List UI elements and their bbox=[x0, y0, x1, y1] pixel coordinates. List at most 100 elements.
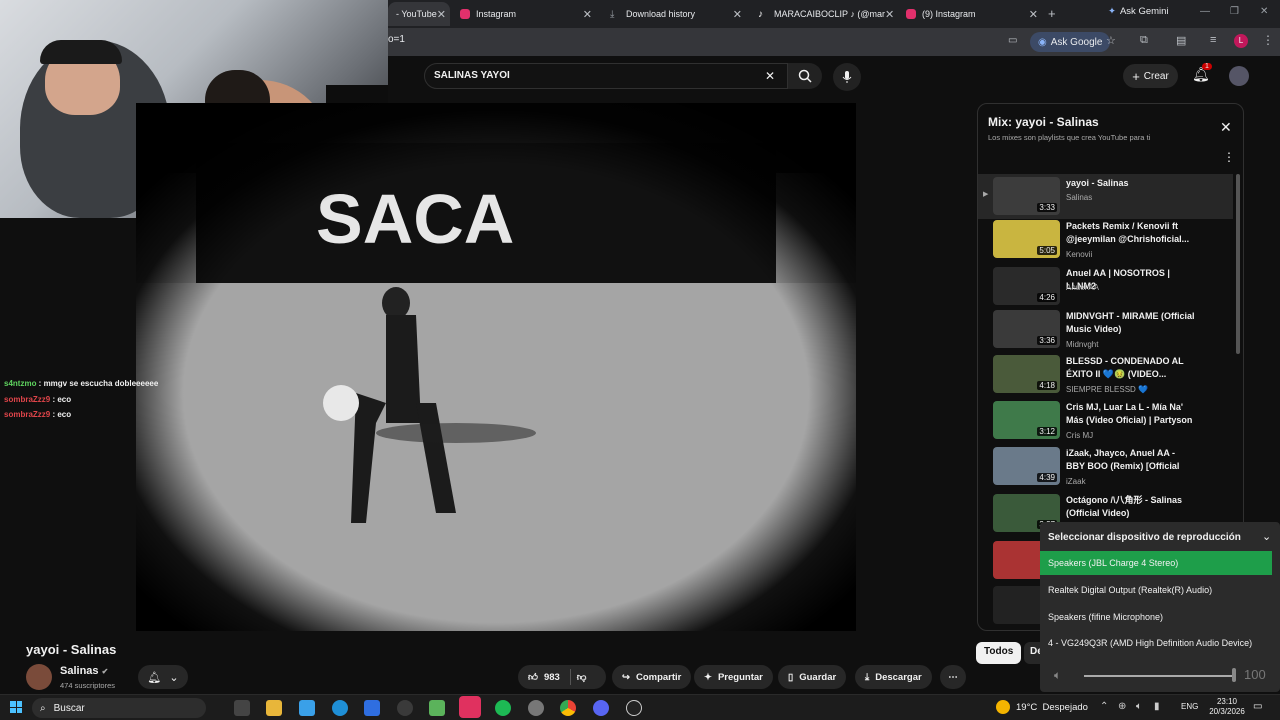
reading-list-icon[interactable]: ≡ bbox=[1210, 34, 1216, 46]
playlist-item[interactable]: 4:18 BLESSD - CONDENADO AL ÉXITO II 💙🤢 (… bbox=[978, 355, 1233, 400]
playlist-item-title: yayoi - Salinas bbox=[1066, 178, 1129, 188]
file-explorer-icon[interactable] bbox=[266, 700, 282, 716]
chevron-down-icon: ⌄ bbox=[169, 671, 179, 684]
cast-icon[interactable]: ▭ bbox=[1008, 35, 1017, 46]
edge-icon[interactable] bbox=[332, 700, 348, 716]
settings-icon[interactable] bbox=[528, 700, 544, 716]
playback-device-menu: Seleccionar dispositivo de reproducción … bbox=[1040, 522, 1280, 692]
playlist-item[interactable]: 4:26 Anuel AA | NOSOTROS | LLNM2 Anuel A… bbox=[978, 267, 1233, 312]
playlist-item[interactable]: 5:05 Packets Remix / Kenovii ft @jeeymil… bbox=[978, 220, 1233, 265]
store-icon[interactable] bbox=[429, 700, 445, 716]
close-icon[interactable]: ✕ bbox=[583, 8, 592, 21]
new-tab-button[interactable]: + bbox=[1048, 6, 1056, 21]
close-window-button[interactable]: ✕ bbox=[1260, 6, 1268, 17]
download-button[interactable]: ⤓ Descargar bbox=[855, 665, 932, 689]
sidepanel-icon[interactable]: ▤ bbox=[1176, 34, 1186, 47]
tray-network-icon[interactable]: ⊕ bbox=[1118, 701, 1126, 712]
discord-icon[interactable] bbox=[593, 700, 609, 716]
playlist-item[interactable]: 4:39 iZaak, Jhayco, Anuel AA - BBY BOO (… bbox=[978, 447, 1233, 492]
playlist-item-channel: Anuel AA bbox=[1066, 283, 1099, 292]
volume-fill bbox=[1084, 675, 1234, 677]
account-avatar[interactable] bbox=[1229, 66, 1249, 86]
playlist-item[interactable]: 3:36 MIDNVGHT - MIRAME (Official Music V… bbox=[978, 310, 1233, 355]
ask-google-button[interactable]: ◉ Ask Google bbox=[1030, 32, 1111, 52]
filter-chip-partial[interactable]: De bbox=[1024, 642, 1040, 664]
speaker-icon: 🔈︎ bbox=[1054, 668, 1062, 682]
save-button[interactable]: ▯ Guardar bbox=[778, 665, 847, 689]
tab-download-history[interactable]: ⤓ Download history ✕ bbox=[602, 2, 750, 26]
tray-chevron-icon[interactable]: ⌃ bbox=[1100, 701, 1108, 712]
media-player-icon[interactable] bbox=[626, 700, 642, 716]
instagram-icon bbox=[460, 9, 470, 19]
channel-avatar[interactable] bbox=[26, 664, 52, 690]
video-player[interactable]: SACA bbox=[136, 103, 856, 631]
create-label: Crear bbox=[1143, 70, 1169, 82]
like-button[interactable]: 👍︎ 983 👎︎ bbox=[518, 665, 606, 689]
ask-gemini-button[interactable]: ✦ Ask Gemini bbox=[1108, 6, 1169, 17]
close-icon[interactable]: ✕ bbox=[733, 8, 742, 21]
windows-start-icon[interactable] bbox=[10, 701, 22, 713]
playlist-menu-icon[interactable]: ⋮ bbox=[1223, 150, 1235, 164]
language-indicator[interactable]: ENG bbox=[1181, 702, 1198, 711]
chrome-icon[interactable] bbox=[560, 700, 576, 716]
device-option-realtek[interactable]: Realtek Digital Output (Realtek(R) Audio… bbox=[1040, 578, 1272, 602]
playlist-item[interactable]: 3:12 Cris MJ, Luar La L - Mía Na' Más (V… bbox=[978, 401, 1233, 446]
close-playlist-icon[interactable]: ✕ bbox=[1220, 119, 1232, 136]
notification-center-icon[interactable]: ▭ bbox=[1253, 701, 1262, 712]
tab-label: (9) Instagram bbox=[922, 9, 976, 19]
ask-button[interactable]: ✦ Preguntar bbox=[694, 665, 773, 689]
search-input[interactable]: SALINAS YAYOI ✕ bbox=[424, 63, 788, 89]
create-button[interactable]: + Crear bbox=[1123, 64, 1178, 88]
clear-search-icon[interactable]: ✕ bbox=[765, 69, 775, 83]
weather-text[interactable]: 19°C Despejado bbox=[1016, 702, 1088, 713]
tiktok-app-icon[interactable] bbox=[459, 696, 481, 718]
taskbar-search-box[interactable]: ⌕ Buscar bbox=[32, 698, 206, 718]
volume-slider[interactable] bbox=[1084, 675, 1234, 677]
channel-name-row[interactable]: Salinas ✔ bbox=[60, 665, 108, 677]
volume-thumb[interactable] bbox=[1232, 668, 1236, 682]
playlist-scrollbar[interactable] bbox=[1236, 174, 1240, 354]
device-option-fifine[interactable]: Speakers (fifine Microphone) bbox=[1040, 605, 1272, 629]
close-icon[interactable]: ✕ bbox=[1029, 8, 1038, 21]
more-actions-button[interactable]: ⋯ bbox=[940, 665, 966, 689]
notifications-button[interactable]: 🔔︎ 1 bbox=[1192, 63, 1212, 83]
search-button[interactable] bbox=[788, 63, 822, 89]
mail-icon[interactable] bbox=[364, 700, 380, 716]
tab-instagram-9[interactable]: (9) Instagram ✕ bbox=[898, 2, 1046, 26]
maximize-button[interactable]: ❐ bbox=[1230, 6, 1239, 17]
playlist-item-current[interactable]: ▶ 3:33 yayoi - Salinas Salinas bbox=[978, 174, 1233, 219]
close-icon[interactable]: ✕ bbox=[437, 8, 446, 21]
url-field[interactable]: o=1 bbox=[388, 34, 405, 45]
bookmark-star-icon[interactable]: ☆ bbox=[1106, 34, 1116, 47]
subscription-bell-button[interactable]: 🔔︎ ⌄ bbox=[138, 665, 188, 689]
copilot-icon[interactable] bbox=[299, 700, 315, 716]
tray-volume-icon[interactable]: 🔈︎ bbox=[1136, 701, 1142, 712]
playlist-item-channel: iZaak bbox=[1066, 477, 1086, 486]
device-option-vg249q3r[interactable]: 4 - VG249Q3R (AMD High Definition Audio … bbox=[1040, 631, 1272, 655]
chevron-down-icon[interactable]: ⌄ bbox=[1262, 530, 1271, 543]
profile-avatar[interactable]: L bbox=[1234, 34, 1248, 48]
chat-username: sombraZzz9 bbox=[4, 395, 51, 404]
spotify-icon[interactable] bbox=[495, 700, 511, 716]
tray-mic-icon[interactable]: ▮ bbox=[1154, 701, 1160, 712]
video-thumbnail: 4:18 bbox=[993, 355, 1060, 393]
minimize-button[interactable]: — bbox=[1200, 6, 1210, 17]
clock-time[interactable]: 23:10 bbox=[1212, 697, 1242, 706]
extensions-icon[interactable]: ⧉ bbox=[1140, 34, 1148, 47]
thumbs-down-icon[interactable]: 👎︎ bbox=[577, 671, 587, 683]
obs-icon[interactable] bbox=[397, 700, 413, 716]
filter-chip-all[interactable]: Todos bbox=[976, 642, 1022, 664]
duration-badge: 3:36 bbox=[1037, 336, 1057, 345]
tab-youtube[interactable]: - YouTube ✕ bbox=[388, 2, 450, 26]
close-icon[interactable]: ✕ bbox=[885, 8, 894, 21]
more-menu-icon[interactable]: ⋮ bbox=[1262, 33, 1274, 47]
task-view-icon[interactable] bbox=[234, 700, 250, 716]
bookmark-icon: ▯ bbox=[788, 671, 794, 683]
device-option-jbl[interactable]: Speakers (JBL Charge 4 Stereo) bbox=[1040, 551, 1272, 575]
tab-tiktok[interactable]: ♪ MARACAIBOCLIP ♪ (@mar ✕ bbox=[750, 2, 898, 26]
clock-date[interactable]: 20/3/2026 bbox=[1200, 707, 1254, 716]
tab-instagram[interactable]: Instagram ✕ bbox=[452, 2, 600, 26]
share-button[interactable]: ↪ Compartir bbox=[612, 665, 692, 689]
voice-search-button[interactable] bbox=[833, 63, 861, 91]
duration-badge: 4:26 bbox=[1037, 293, 1057, 302]
